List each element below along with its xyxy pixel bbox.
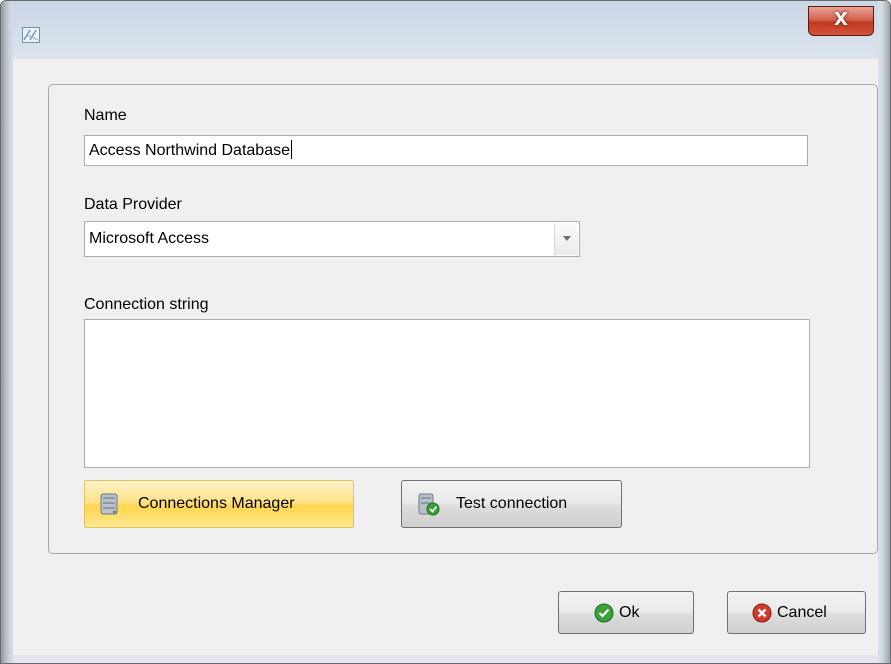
data-provider-label: Data Provider <box>84 196 182 213</box>
dialog-window: X Name Access Northwind Database Data Pr… <box>0 0 891 664</box>
cancel-circle-icon <box>752 603 772 622</box>
data-provider-value: Microsoft Access <box>89 230 210 247</box>
cancel-label: Cancel <box>777 604 827 621</box>
connection-icon <box>22 27 40 43</box>
cancel-button[interactable]: Cancel <box>727 591 866 634</box>
check-circle-icon <box>594 603 614 622</box>
ok-button[interactable]: Ok <box>558 591 694 634</box>
title-bar[interactable]: X <box>1 1 890 59</box>
connection-string-label: Connection string <box>84 296 209 313</box>
name-input-value: Access Northwind Database <box>89 142 290 159</box>
data-provider-select[interactable]: Microsoft Access <box>84 221 580 257</box>
test-connection-button[interactable]: Test connection <box>401 480 622 528</box>
chevron-down-icon <box>563 236 571 241</box>
connections-manager-label: Connections Manager <box>138 495 295 512</box>
dialog-body: Name Access Northwind Database Data Prov… <box>13 59 880 655</box>
connection-groupbox: Name Access Northwind Database Data Prov… <box>48 84 878 554</box>
connection-string-input[interactable] <box>84 319 810 468</box>
dropdown-button[interactable] <box>554 223 578 255</box>
close-icon: X <box>834 9 848 30</box>
name-label: Name <box>84 107 127 124</box>
connections-manager-button[interactable]: Connections Manager <box>84 480 354 528</box>
text-caret <box>290 140 292 159</box>
test-connection-label: Test connection <box>456 495 568 512</box>
close-button[interactable]: X <box>808 6 874 36</box>
ok-label: Ok <box>619 604 640 621</box>
name-input[interactable]: Access Northwind Database <box>84 135 808 166</box>
database-check-icon <box>418 493 440 516</box>
database-icon <box>100 493 118 515</box>
